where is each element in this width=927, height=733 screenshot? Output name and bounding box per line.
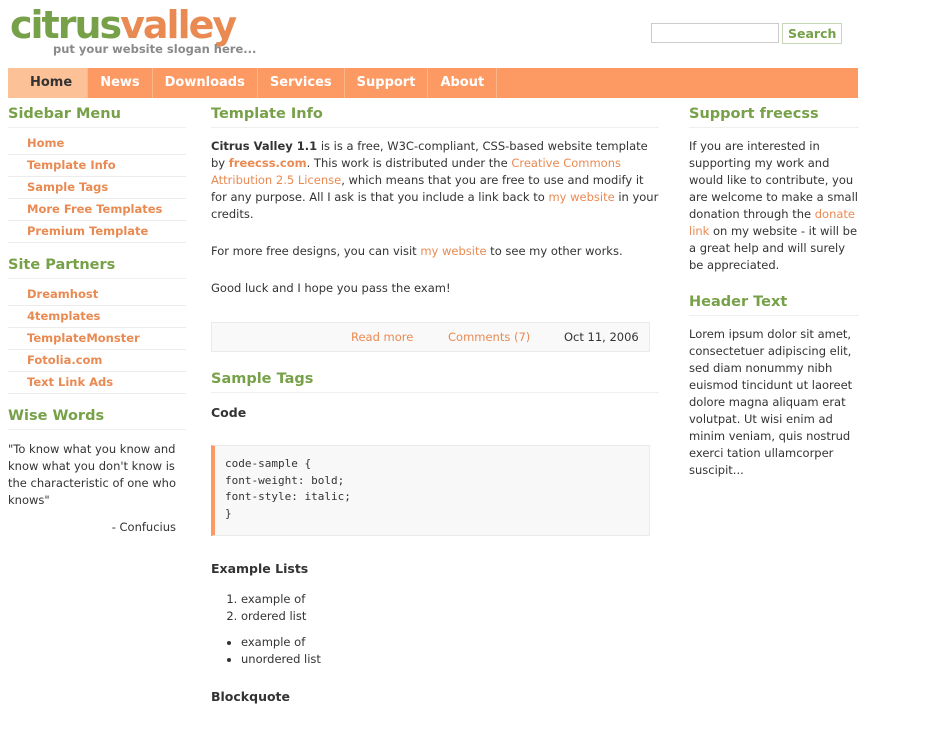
- partners-menu: Dreamhost 4templates TemplateMonster Fot…: [8, 284, 186, 394]
- partner-item: TemplateMonster: [8, 328, 186, 350]
- ordered-list: example of ordered list: [211, 591, 659, 625]
- partner-link-4templates[interactable]: 4templates: [27, 309, 100, 323]
- nav-news[interactable]: News: [88, 68, 153, 98]
- comments-link[interactable]: Comments (7): [448, 330, 530, 344]
- main-content: Template Info Citrus Valley 1.1 is is a …: [211, 106, 659, 704]
- search-form: Search: [651, 23, 843, 44]
- sidebar-link-premium-template[interactable]: Premium Template: [27, 224, 148, 238]
- list-item: unordered list: [241, 651, 659, 668]
- search-input[interactable]: [651, 23, 779, 43]
- partner-link-dreamhost[interactable]: Dreamhost: [27, 287, 98, 301]
- post-date: Oct 11, 2006: [564, 330, 639, 344]
- list-item: ordered list: [241, 608, 659, 625]
- partner-item: Text Link Ads: [8, 372, 186, 394]
- header-text-title: Header Text: [689, 294, 859, 316]
- nav-services[interactable]: Services: [258, 68, 345, 98]
- left-sidebar: Sidebar Menu Home Template Info Sample T…: [8, 106, 186, 546]
- list-item: example of: [241, 634, 659, 651]
- my-website-link[interactable]: my website: [548, 190, 614, 204]
- list-item: example of: [241, 591, 659, 608]
- site-partners-title: Site Partners: [8, 257, 186, 279]
- code-heading: Code: [211, 405, 247, 420]
- good-luck-paragraph: Good luck and I hope you pass the exam!: [211, 281, 451, 295]
- site-slogan: put your website slogan here...: [53, 42, 257, 56]
- designs-paragraph: For more free designs, you can visit my …: [211, 244, 623, 258]
- intro-paragraph: Citrus Valley 1.1 is is a free, W3C-comp…: [211, 139, 659, 221]
- template-name: Citrus Valley 1.1: [211, 139, 318, 153]
- code-block: code-sample { font-weight: bold; font-st…: [211, 445, 650, 536]
- lorem-text: Lorem ipsum dolor sit amet, consectetuer…: [689, 327, 853, 477]
- wise-words-title: Wise Words: [8, 408, 186, 430]
- read-more-link[interactable]: Read more: [351, 330, 413, 344]
- partner-item: 4templates: [8, 306, 186, 328]
- nav-downloads[interactable]: Downloads: [153, 68, 258, 98]
- sidebar-link-more-free-templates[interactable]: More Free Templates: [27, 202, 162, 216]
- main-nav: Home News Downloads Services Support Abo…: [8, 68, 858, 98]
- blockquote-heading: Blockquote: [211, 689, 291, 704]
- sidebar-menu-item: Sample Tags: [8, 177, 186, 199]
- example-lists-heading: Example Lists: [211, 561, 309, 576]
- logo-text: citrusvalley: [10, 3, 237, 47]
- my-website-link-2[interactable]: my website: [420, 244, 486, 258]
- template-info-title: Template Info: [211, 106, 659, 128]
- partner-link-templatemonster[interactable]: TemplateMonster: [27, 331, 140, 345]
- right-sidebar: Support freecss If you are interested in…: [689, 106, 859, 479]
- sidebar-link-sample-tags[interactable]: Sample Tags: [27, 180, 108, 194]
- quote-text: "To know what you know and know what you…: [8, 442, 176, 507]
- nav-about[interactable]: About: [428, 68, 498, 98]
- site-logo[interactable]: citrusvalley put your website slogan her…: [10, 3, 256, 56]
- nav-support[interactable]: Support: [345, 68, 429, 98]
- sidebar-menu: Home Template Info Sample Tags More Free…: [8, 133, 186, 243]
- sidebar-link-template-info[interactable]: Template Info: [27, 158, 116, 172]
- support-title: Support freecss: [689, 106, 859, 128]
- post-footer: Read more Comments (7) Oct 11, 2006: [211, 322, 650, 352]
- sample-tags-title: Sample Tags: [211, 371, 659, 393]
- search-button[interactable]: Search: [782, 23, 843, 44]
- sidebar-menu-item: Premium Template: [8, 221, 186, 243]
- support-text: If you are interested in supporting my w…: [689, 139, 858, 272]
- sidebar-menu-item: More Free Templates: [8, 199, 186, 221]
- sidebar-menu-item: Home: [8, 133, 186, 155]
- partner-link-fotolia[interactable]: Fotolia.com: [27, 353, 102, 367]
- unordered-list: example of unordered list: [211, 634, 659, 668]
- sidebar-menu-title: Sidebar Menu: [8, 106, 186, 128]
- partner-link-text-link-ads[interactable]: Text Link Ads: [27, 375, 113, 389]
- sidebar-menu-item: Template Info: [8, 155, 186, 177]
- nav-home[interactable]: Home: [8, 68, 89, 98]
- partner-item: Fotolia.com: [8, 350, 186, 372]
- freecss-link[interactable]: freecss.com: [229, 156, 307, 170]
- partner-item: Dreamhost: [8, 284, 186, 306]
- quote-author: - Confucius: [111, 520, 176, 534]
- sidebar-link-home[interactable]: Home: [27, 136, 64, 150]
